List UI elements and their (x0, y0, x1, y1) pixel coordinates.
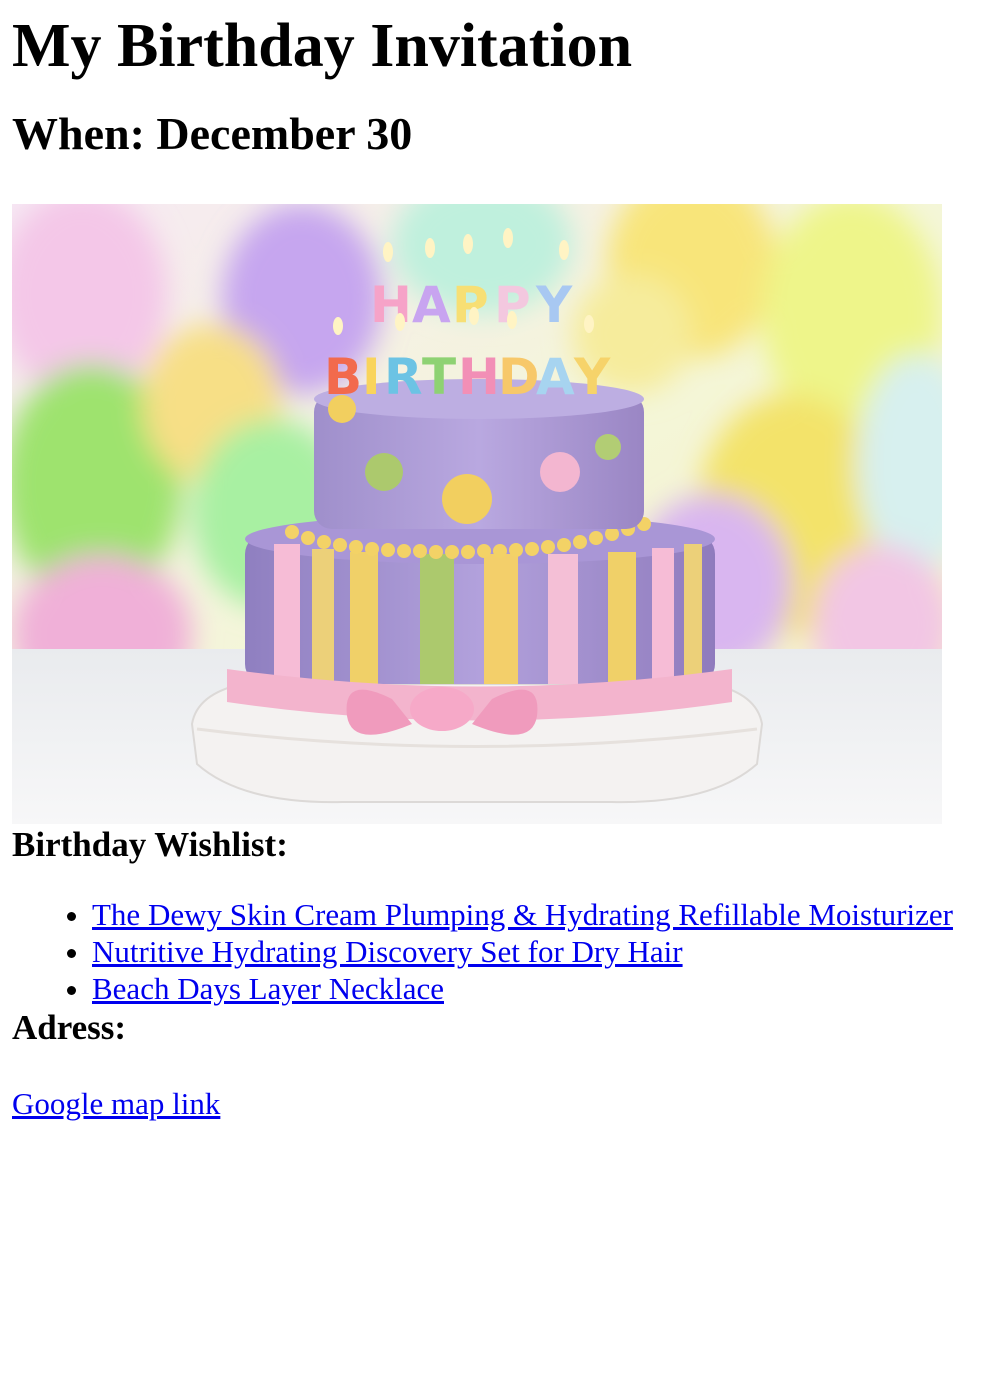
svg-text:A: A (536, 348, 575, 406)
svg-text:P: P (452, 276, 489, 334)
svg-text:R: R (384, 348, 423, 406)
svg-text:Y: Y (535, 276, 573, 334)
address-heading: Adress: (12, 1008, 127, 1047)
page-title: My Birthday Invitation (12, 12, 633, 80)
svg-text:H: H (370, 276, 412, 334)
wishlist-item-link[interactable]: Beach Days Layer Necklace (92, 971, 444, 1006)
svg-text:A: A (412, 276, 451, 334)
wishlist-item-link[interactable]: Nutritive Hydrating Discovery Set for Dr… (92, 934, 683, 969)
birthday-cake-image: H A P P Y B I R T H D A Y (12, 204, 942, 824)
wishlist: The Dewy Skin Cream Plumping & Hydrating… (12, 896, 992, 1007)
list-item: Nutritive Hydrating Discovery Set for Dr… (92, 933, 992, 970)
svg-text:H: H (458, 348, 500, 406)
event-date: When: December 30 (12, 108, 413, 159)
svg-text:T: T (422, 348, 456, 406)
svg-text:Y: Y (573, 348, 611, 406)
wishlist-item-link[interactable]: The Dewy Skin Cream Plumping & Hydrating… (92, 897, 953, 932)
list-item: Beach Days Layer Necklace (92, 970, 992, 1007)
svg-text:D: D (498, 348, 540, 406)
svg-text:B: B (324, 348, 362, 406)
page: My Birthday Invitation When: December 30 (12, 0, 992, 1122)
google-map-link[interactable]: Google map link (12, 1085, 220, 1122)
wishlist-heading: Birthday Wishlist: (12, 825, 288, 864)
svg-text:I: I (362, 348, 381, 406)
list-item: The Dewy Skin Cream Plumping & Hydrating… (92, 896, 992, 933)
